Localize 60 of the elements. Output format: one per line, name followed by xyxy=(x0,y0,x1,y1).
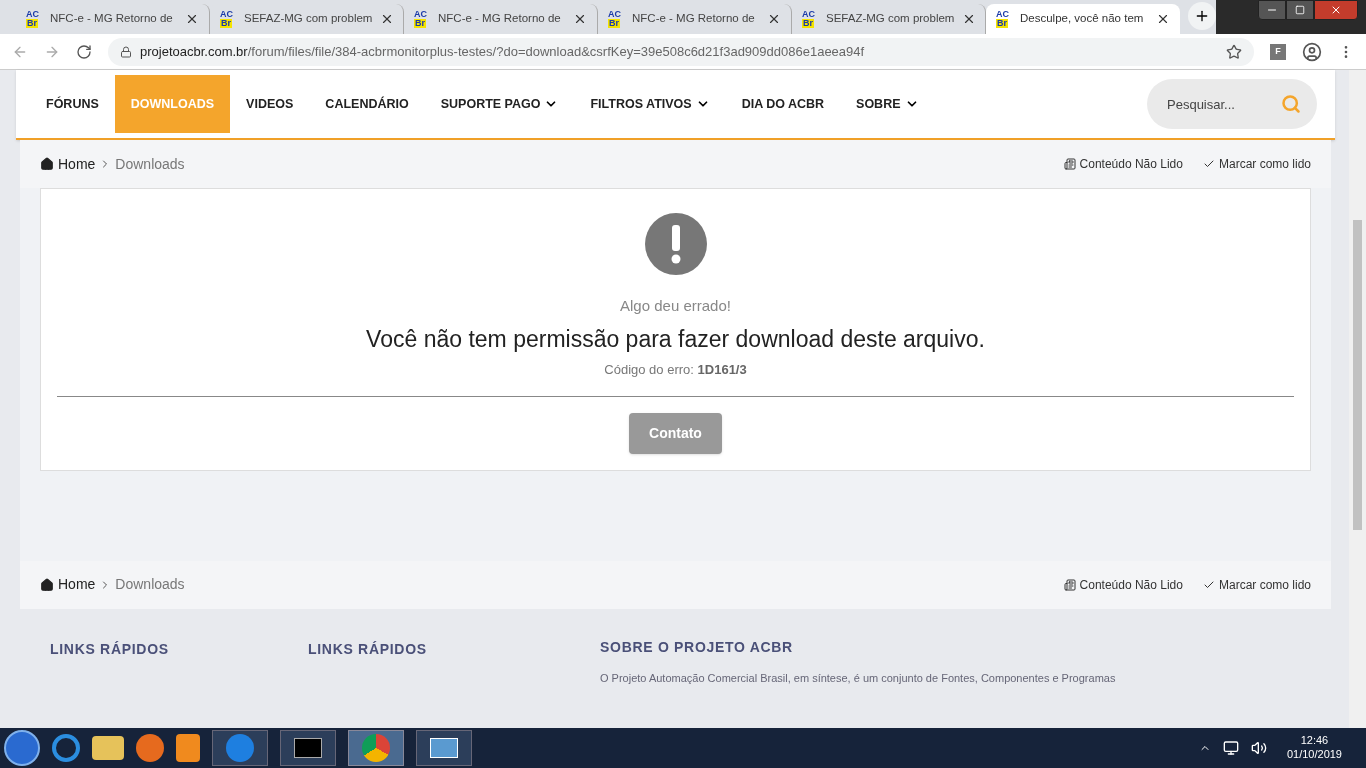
error-code: Código do erro: 1D161/3 xyxy=(604,361,747,379)
tab-title: NFC-e - MG Retorno de xyxy=(438,11,561,27)
newspaper-icon xyxy=(1063,158,1076,170)
tab-title: NFC-e - MG Retorno de xyxy=(50,11,173,27)
mark-read-link[interactable]: Marcar como lido xyxy=(1218,575,1311,594)
profile-icon[interactable] xyxy=(1302,41,1322,62)
volume-icon[interactable] xyxy=(1250,740,1267,756)
clock-date: 01/10/2019 xyxy=(1286,748,1342,762)
footer-heading: SOBRE O PROJETO ACBR xyxy=(600,637,794,657)
close-icon[interactable] xyxy=(1156,12,1170,26)
nav-item[interactable]: SOBRE xyxy=(840,75,935,133)
browser-tab[interactable]: AC Br Desculpe, você não tem xyxy=(986,4,1180,34)
plus-icon xyxy=(1194,8,1210,24)
nav-item[interactable]: DIA DO ACBR xyxy=(725,75,841,133)
maximize-icon xyxy=(1295,5,1305,15)
nav-item[interactable]: FILTROS ATIVOS xyxy=(574,75,726,133)
taskbar-button[interactable] xyxy=(280,730,336,766)
nav-item[interactable]: VIDEOS xyxy=(230,75,310,133)
taskbar-button[interactable] xyxy=(416,730,472,766)
close-icon[interactable] xyxy=(185,12,199,26)
tab-title: NFC-e - MG Retorno de xyxy=(632,11,755,27)
search-field[interactable]: Pesquisar... xyxy=(1147,79,1317,129)
check-icon xyxy=(1202,158,1215,170)
tab-title: SEFAZ-MG com problem xyxy=(826,11,955,27)
maximize-button[interactable] xyxy=(1286,0,1314,20)
close-icon xyxy=(1330,4,1342,16)
tab-title: Desculpe, você não tem xyxy=(1020,11,1144,27)
tab-title: SEFAZ-MG com problem xyxy=(244,11,373,27)
footer-heading: LINKS RÁPIDOS xyxy=(50,640,169,657)
error-message: Você não tem permissão para fazer download deste arquivo. xyxy=(366,324,985,354)
breadcrumb-link[interactable]: Home xyxy=(58,574,96,595)
footer-text: O Projeto Automação Comercial Brasil, em síntese, é um conjunto de Fontes, Componentes e Programas xyxy=(600,670,1117,686)
nav-item[interactable]: FÓRUNS xyxy=(30,75,115,133)
close-icon[interactable] xyxy=(767,12,781,26)
address-field[interactable]: projetoacbr.com.br/forum/files/file/384-acbrmonitorplus-testes/?do=download&csrfKey=39e508c6d21f3ad909dd086e1aeea94f xyxy=(108,37,1254,66)
breadcrumb-link[interactable]: Home xyxy=(58,153,96,175)
nav-item[interactable]: CALENDÁRIO xyxy=(309,75,425,133)
close-icon[interactable] xyxy=(573,12,587,26)
reload-icon[interactable] xyxy=(76,43,92,60)
home-icon xyxy=(40,157,54,171)
unread-content-link[interactable]: Conteúdo Não Lido xyxy=(1079,575,1183,594)
unread-content-link[interactable]: Conteúdo Não Lido xyxy=(1079,155,1183,173)
nav-item[interactable]: SUPORTE PAGO xyxy=(424,75,575,133)
clock-time: 12:46 xyxy=(1300,734,1329,748)
scrollbar[interactable] xyxy=(1349,70,1366,728)
new-tab-button[interactable] xyxy=(1188,2,1216,30)
extension-badge[interactable]: F xyxy=(1270,43,1286,60)
breadcrumb-current: Downloads xyxy=(115,575,185,594)
footer-heading: LINKS RÁPIDOS xyxy=(308,640,427,657)
newspaper-icon xyxy=(1063,578,1076,591)
exclamation-icon xyxy=(644,213,707,275)
home-icon xyxy=(40,577,54,592)
network-icon[interactable] xyxy=(1222,740,1239,756)
error-subtitle: Algo deu errado! xyxy=(620,296,731,316)
mark-read-link[interactable]: Marcar como lido xyxy=(1218,155,1311,173)
star-icon[interactable] xyxy=(1226,43,1242,60)
minimize-button[interactable] xyxy=(1258,0,1286,20)
lock-icon xyxy=(120,45,132,58)
start-button[interactable] xyxy=(4,730,40,766)
breadcrumb-current: Downloads xyxy=(115,154,185,174)
